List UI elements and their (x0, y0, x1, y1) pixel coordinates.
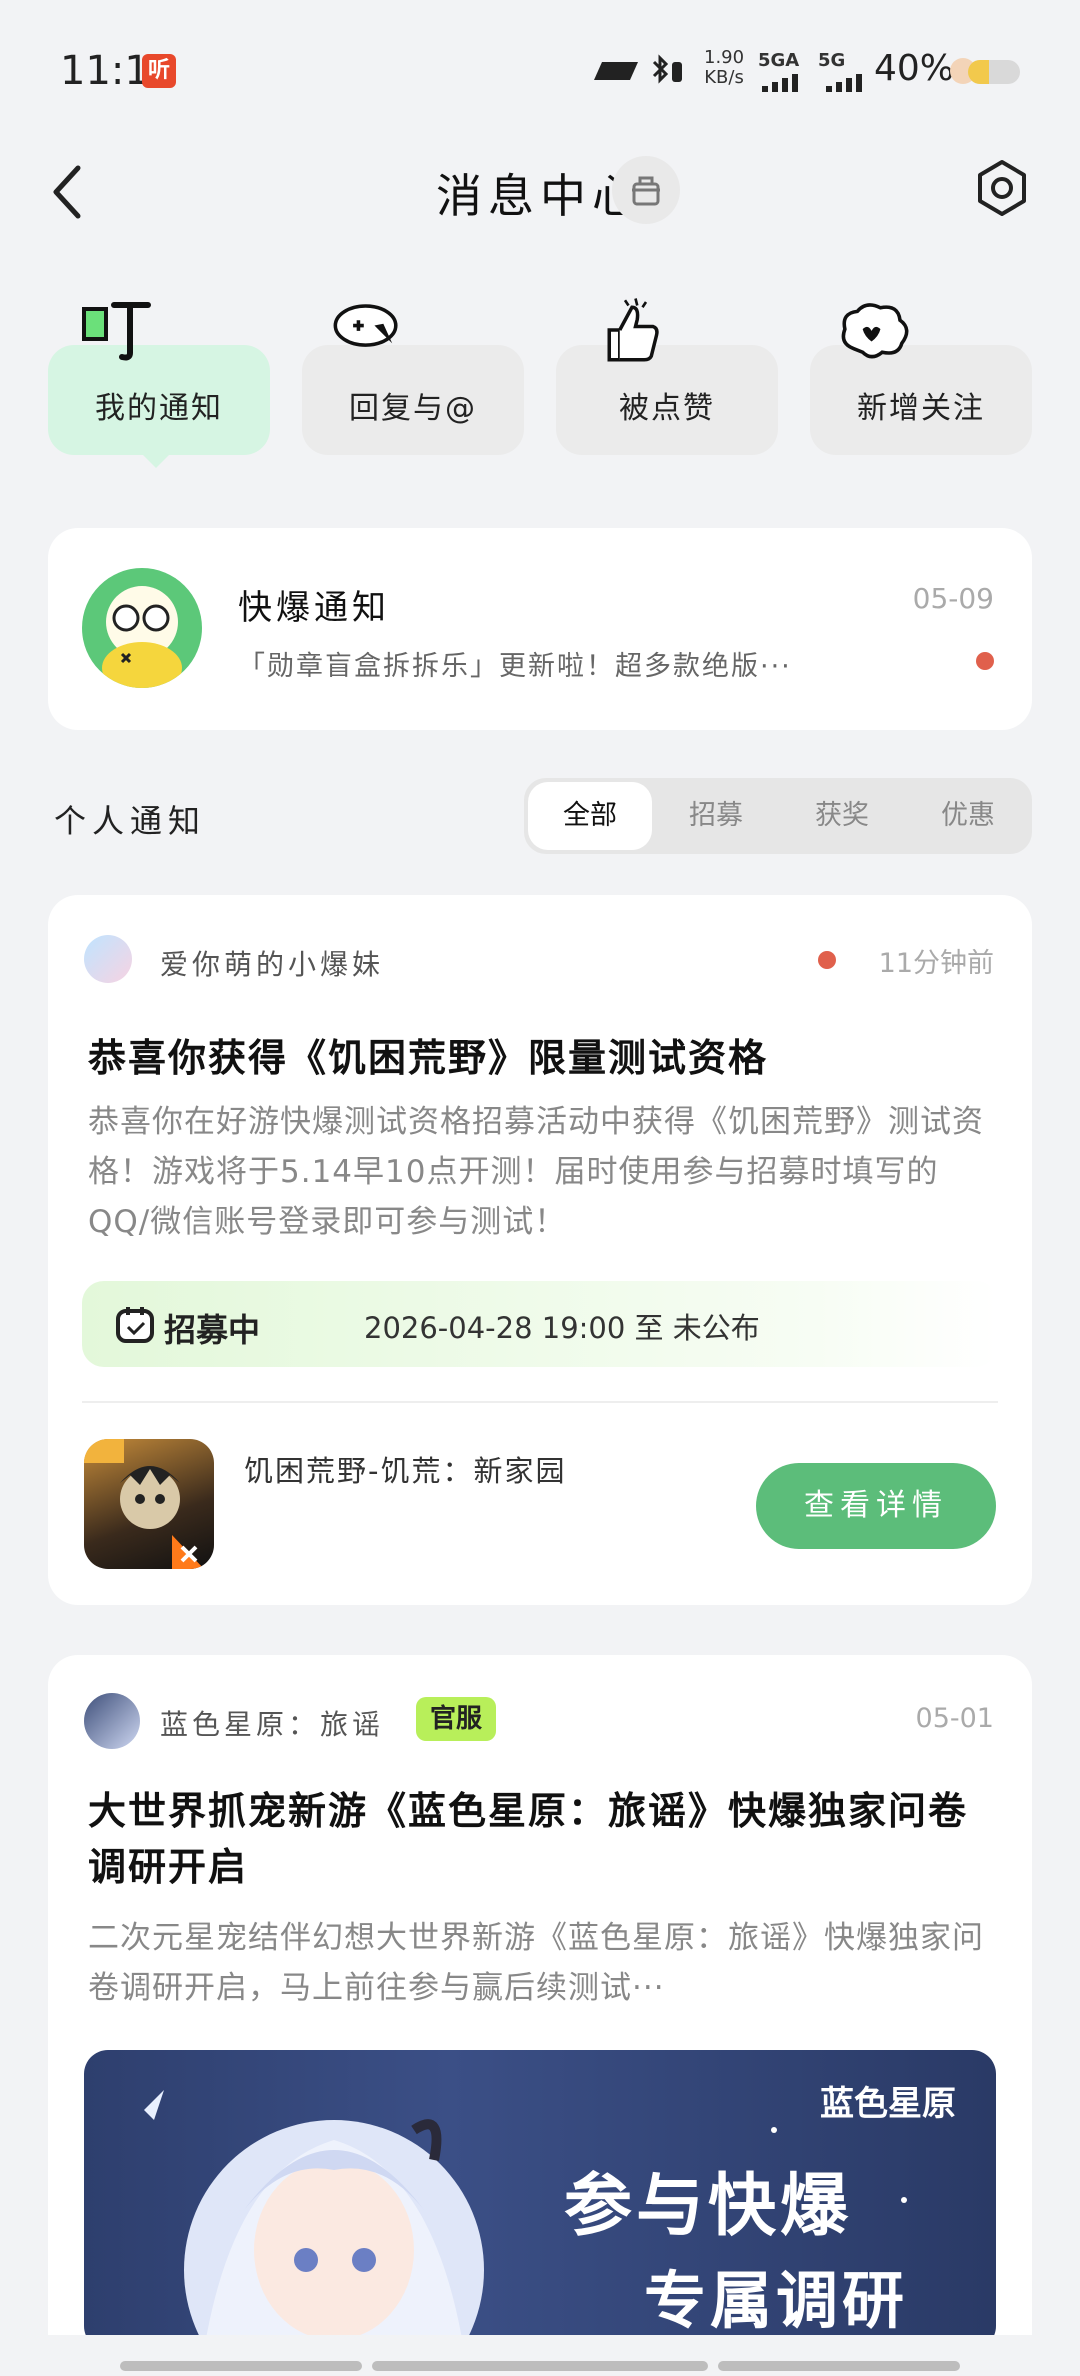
filter-awards[interactable]: 获奖 (780, 778, 904, 854)
recruit-badge: 招募中 (114, 1297, 274, 1351)
net-unit: KB/s (704, 67, 744, 88)
avatar (84, 1693, 140, 1749)
tab-label: 我的通知 (95, 391, 223, 426)
page-title: 消息中心 (436, 169, 644, 223)
date-range: 2026-04-28 19:00 至 未公布 (364, 1311, 760, 1345)
notification-icon (82, 302, 151, 361)
thumbs-up-icon (607, 298, 659, 362)
bluetooth-icon (652, 54, 682, 84)
sim2-label: 5G (818, 50, 846, 71)
kuaibao-title: 快爆通知 (238, 588, 390, 628)
tab-label: 新增关注 (857, 391, 985, 426)
kuaibao-preview: 「勋章盲盒拆拆乐」更新啦！超多款绝版··· (238, 651, 792, 682)
timestamp: 11分钟前 (878, 948, 994, 979)
kuaibao-avatar (82, 568, 202, 688)
card-body: 二次元星宠结伴幻想大世界新游《蓝色星原：旅谣》快爆独家问卷调研开启，马上前往参与… (88, 1920, 984, 2006)
notification-card[interactable]: 蓝色星原：旅谣 官服 05-01 大世界抓宠新游《蓝色星原：旅谣》快爆独家问卷调… (48, 1655, 1032, 2335)
listen-badge: 听 (142, 54, 176, 88)
kuaibao-date: 05-09 (912, 582, 994, 615)
unread-dot (818, 951, 836, 969)
tab-likes[interactable]: 被点赞 (556, 298, 778, 455)
tab-label: 回复与@ (349, 391, 477, 426)
gesture-segment (372, 2361, 708, 2371)
recruit-banner: 招募中 2026-04-28 19:00 至 未公布 (82, 1281, 998, 1367)
net-speed: 1.90 (704, 47, 745, 68)
settings-icon[interactable] (972, 158, 1032, 218)
timestamp: 05-01 (915, 1703, 994, 1734)
signal-icon-2 (826, 74, 862, 92)
filter-all[interactable]: 全部 (528, 782, 652, 850)
gesture-segment (120, 2361, 362, 2371)
clear-messages-icon[interactable] (612, 156, 680, 224)
tab-replies[interactable]: 回复与@ (302, 304, 524, 455)
header: 消息中心 (0, 140, 1080, 270)
nfc-icon (594, 62, 638, 80)
avatar (84, 935, 132, 983)
tab-my-notifications[interactable]: 我的通知 (48, 302, 270, 455)
signal-icon (762, 74, 798, 92)
tab-new-followers[interactable]: 新增关注 (810, 303, 1032, 455)
notification-card[interactable]: 爱你萌的小爆妹 11分钟前 恭喜你获得《饥困荒野》限量测试资格 恭喜你在好游快爆… (48, 895, 1032, 1605)
battery-icon (968, 60, 1020, 84)
card-title: 大世界抓宠新游《蓝色星原：旅谣》快爆独家问卷调研开启 (88, 1789, 969, 1889)
filter-recruit[interactable]: 招募 (654, 778, 778, 854)
recruit-badge-label: 招募中 (164, 1311, 261, 1349)
tab-label: 被点赞 (619, 391, 715, 426)
card-title: 恭喜你获得《饥困荒野》限量测试资格 (88, 1036, 769, 1080)
author-name: 爱你萌的小爆妹 (160, 948, 385, 981)
promo-subheadline: 专属调研 (644, 2264, 909, 2335)
game-name: 饥困荒野-饥荒：新家园 (244, 1454, 567, 1488)
promo-image[interactable]: 蓝色星原 参与快爆 专属调研 (84, 2050, 996, 2335)
game-icon[interactable] (84, 1439, 214, 1569)
gesture-bar (0, 2335, 1080, 2376)
tab-pointer (140, 452, 172, 468)
reply-icon (333, 304, 398, 347)
card-body: 恭喜你在好游快爆测试资格招募活动中获得《饥困荒野》测试资格！游戏将于5.14早1… (88, 1104, 984, 1240)
personal-section-title: 个人通知 (54, 802, 207, 840)
official-badge: 官服 (416, 1697, 496, 1741)
promo-headline: 参与快爆 (564, 2167, 853, 2246)
battery-level-fill (968, 60, 989, 84)
gesture-segment (718, 2361, 960, 2371)
kuaibao-notice-card[interactable]: 快爆通知 05-09 「勋章盲盒拆拆乐」更新啦！超多款绝版··· (48, 528, 1032, 730)
filter-tabs: 全部 招募 获奖 优惠 (524, 778, 1032, 854)
follow-icon (841, 303, 909, 359)
unread-dot (976, 652, 994, 670)
battery-percent: 40% (874, 48, 955, 89)
author-name: 蓝色星原：旅谣 (160, 1708, 385, 1741)
status-bar: 11:11 听 1.90 KB/s 5GA 5G 40% (0, 0, 1080, 140)
calendar-icon (116, 1307, 154, 1343)
sim1-label: 5GA (758, 50, 800, 71)
promo-brand: 蓝色星原 (820, 2084, 956, 2124)
view-details-button[interactable]: 查看详情 (756, 1463, 996, 1549)
filter-discounts[interactable]: 优惠 (906, 778, 1030, 854)
divider (82, 1401, 998, 1403)
